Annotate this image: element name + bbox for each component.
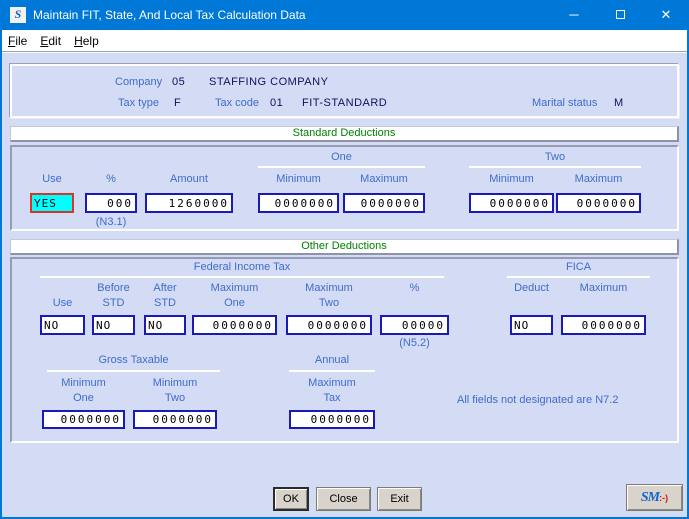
std-percent-field[interactable] [85,193,137,213]
gross-taxable-underline [47,370,220,372]
gross-minimum-two-field[interactable] [133,410,217,429]
app-icon: S [10,7,26,23]
gross-taxable-label: Gross Taxable [47,354,220,366]
gross-minimum-one-field[interactable] [42,410,125,429]
minimize-icon: ─ [569,7,578,22]
fica-underline [507,276,650,278]
std-use-field[interactable] [30,193,74,213]
fit-use-label: Use [40,297,85,309]
fica-maximum-label: Maximum [561,282,646,294]
sm-logo: SM [641,490,659,505]
window-title: Maintain FIT, State, And Local Tax Calcu… [33,0,306,30]
other-deductions-header: Other Deductions [10,239,679,255]
fit-maximum-one-field[interactable] [192,315,277,335]
maximize-icon [616,10,625,19]
app-window: S Maintain FIT, State, And Local Tax Cal… [0,0,689,519]
tax-code-name: FIT-STANDARD [302,97,387,109]
sm-logo-button[interactable]: SM:-) [626,484,683,511]
amount-label: Amount [145,173,233,185]
gross-min-two-label-top: Minimum [133,377,217,389]
federal-income-tax-label: Federal Income Tax [40,261,444,273]
fica-deduct-field[interactable] [510,315,553,335]
one-minimum-field[interactable] [258,193,339,213]
company-label: Company [115,76,162,88]
two-maximum-field[interactable] [556,193,641,213]
marital-status-value: M [614,97,624,109]
two-minimum-label: Minimum [469,173,554,185]
close-icon: ✕ [661,7,672,22]
group-one-label: One [258,151,425,163]
group-one-underline [258,166,425,168]
before-std-label: STD [92,297,135,309]
tax-code-value: 01 [270,97,283,109]
format-note: All fields not designated are N7.2 [457,394,618,406]
percent-format-note: (N3.1) [85,216,137,228]
before-label: Before [92,282,135,294]
after-label: After [144,282,186,294]
annual-label: Annual [269,354,395,366]
minimize-button[interactable]: ─ [551,0,597,30]
percent-label: % [85,173,137,185]
gross-min-one-label-top: Minimum [42,377,125,389]
menu-edit[interactable]: Edit [40,34,61,48]
tax-type-label: Tax type [118,97,159,109]
fit-use-field[interactable] [40,315,85,335]
one-maximum-field[interactable] [343,193,425,213]
one-maximum-label: Maximum [343,173,425,185]
standard-deductions-header: Standard Deductions [10,126,679,142]
ok-button[interactable]: OK [273,487,309,511]
fit-percent-field[interactable] [380,315,449,335]
maximum-two-label-top: Maximum [286,282,372,294]
group-two-underline [469,166,641,168]
gross-min-two-label-bottom: Two [133,392,217,404]
exit-button[interactable]: Exit [377,487,422,511]
fica-maximum-field[interactable] [561,315,646,335]
two-maximum-label: Maximum [556,173,641,185]
company-code: 05 [172,76,185,88]
tax-info-panel: Company 05 STAFFING COMPANY Tax type F T… [10,64,679,118]
maximum-one-label-top: Maximum [192,282,277,294]
company-name: STAFFING COMPANY [209,76,328,88]
gross-min-one-label-bottom: One [42,392,125,404]
maximum-one-label-bottom: One [192,297,277,309]
close-window-button[interactable]: Close [316,487,371,511]
federal-income-tax-underline [40,276,444,278]
tax-code-label: Tax code [215,97,259,109]
close-button[interactable]: ✕ [643,0,689,30]
after-std-label: STD [144,297,186,309]
annual-maximum-label-top: Maximum [289,377,375,389]
two-minimum-field[interactable] [469,193,554,213]
deduct-label: Deduct [500,282,563,294]
menu-bar: File Edit Help [2,30,687,52]
fit-maximum-two-field[interactable] [286,315,372,335]
after-std-field[interactable] [144,315,186,335]
std-amount-field[interactable] [145,193,233,213]
menu-help[interactable]: Help [74,34,99,48]
smiley-icon: :-) [659,493,668,503]
standard-deductions-panel: One Two Use % Amount Minimum Maximum Min… [10,145,679,231]
tax-type-value: F [174,97,181,109]
one-minimum-label: Minimum [258,173,339,185]
annual-underline [289,370,375,372]
before-std-field[interactable] [92,315,135,335]
maximum-two-label-bottom: Two [286,297,372,309]
fit-percent-label: % [380,282,449,294]
fica-label: FICA [507,261,650,273]
use-label: Use [30,173,74,185]
group-two-label: Two [469,151,641,163]
other-deductions-panel: Federal Income Tax FICA Before After Max… [10,257,679,443]
fit-percent-format-note: (N5.2) [380,337,449,349]
annual-maximum-tax-field[interactable] [289,410,375,429]
maximize-button[interactable] [597,0,643,30]
menu-file[interactable]: File [8,34,27,48]
title-bar[interactable]: S Maintain FIT, State, And Local Tax Cal… [0,0,689,30]
annual-maximum-label-bottom: Tax [289,392,375,404]
marital-status-label: Marital status [532,97,597,109]
